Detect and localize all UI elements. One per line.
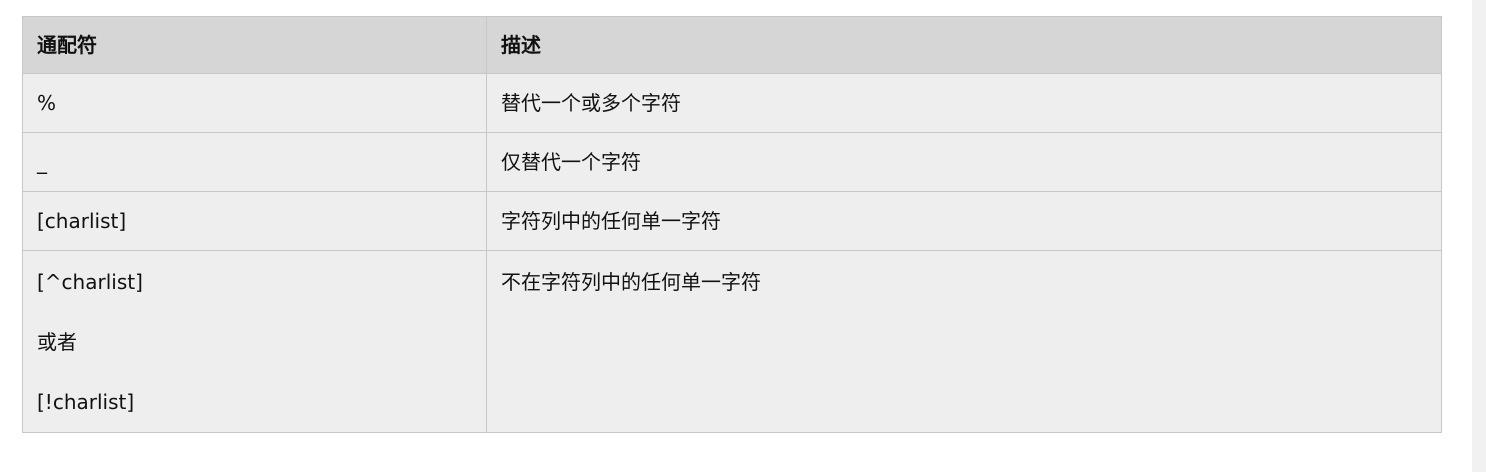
wildcard-line: 或者 <box>37 330 77 354</box>
table-row: [^charlist] 或者 [!charlist] 不在字符列中的任何单一字符 <box>22 250 1442 433</box>
header-wildcard: 通配符 <box>22 16 487 74</box>
description-line: 不在字符列中的任何单一字符 <box>501 270 761 294</box>
table-row: [charlist] 字符列中的任何单一字符 <box>22 191 1442 251</box>
description-cell: 替代一个或多个字符 <box>486 73 1442 133</box>
description-cell: 不在字符列中的任何单一字符 <box>486 250 1442 433</box>
table-row: % 替代一个或多个字符 <box>22 73 1442 133</box>
page: 通配符 描述 % 替代一个或多个字符 _ 仅替代一个字符 [charlist] … <box>0 0 1486 472</box>
header-row: 通配符 描述 <box>22 16 1442 74</box>
table-body: % 替代一个或多个字符 _ 仅替代一个字符 [charlist] 字符列中的任何… <box>22 73 1442 433</box>
table-header: 通配符 描述 <box>22 16 1442 74</box>
wildcard-line: [^charlist] <box>37 270 143 294</box>
wildcard-line: [!charlist] <box>37 390 135 414</box>
wildcard-cell: [charlist] <box>22 191 487 251</box>
wildcard-table: 通配符 描述 % 替代一个或多个字符 _ 仅替代一个字符 [charlist] … <box>22 16 1442 433</box>
header-description: 描述 <box>486 16 1442 74</box>
table-row: _ 仅替代一个字符 <box>22 132 1442 192</box>
wildcard-cell: % <box>22 73 487 133</box>
scrollbar-track[interactable] <box>1472 0 1486 472</box>
wildcard-cell: _ <box>22 132 487 192</box>
description-cell: 仅替代一个字符 <box>486 132 1442 192</box>
wildcard-cell: [^charlist] 或者 [!charlist] <box>22 250 487 433</box>
description-cell: 字符列中的任何单一字符 <box>486 191 1442 251</box>
